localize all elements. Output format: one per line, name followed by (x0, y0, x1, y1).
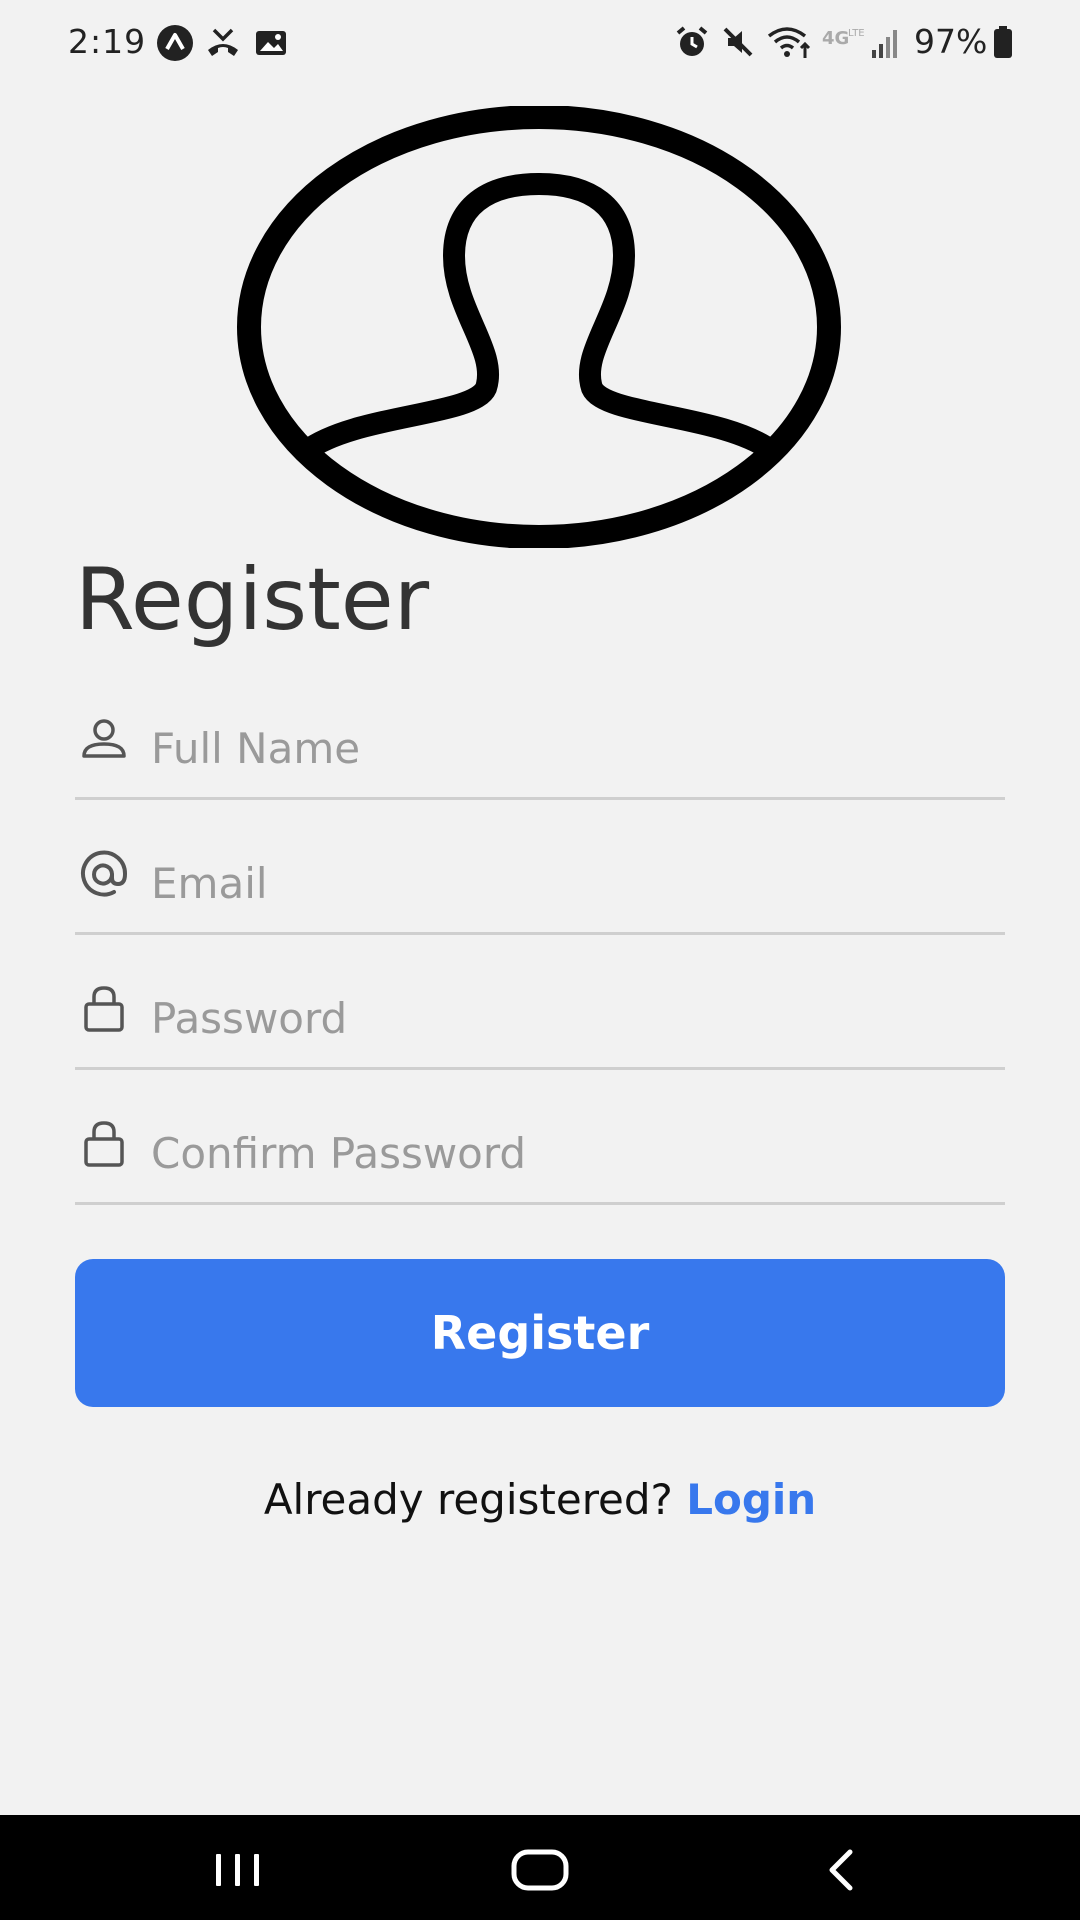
at-sign-icon (81, 850, 128, 897)
missed-call-icon (208, 28, 238, 56)
mute-icon (723, 27, 753, 57)
login-link[interactable]: Login (686, 1475, 816, 1524)
home-icon (511, 1849, 569, 1891)
battery-percentage: 97% (914, 22, 988, 61)
lock-icon (84, 1121, 124, 1167)
register-screen: 2:19 4G LTE 97% Register Full Name Email… (0, 0, 1080, 1920)
back-icon (829, 1849, 853, 1891)
svg-text:4G: 4G (822, 28, 849, 49)
register-button[interactable]: Register (75, 1259, 1005, 1407)
confirm-password-input[interactable] (151, 1105, 1001, 1201)
recent-apps-button[interactable] (188, 1835, 288, 1905)
password-field[interactable] (75, 970, 1005, 1070)
lock-icon (84, 986, 124, 1032)
avatar-icon (237, 106, 841, 548)
wifi-icon (767, 27, 811, 58)
email-input[interactable] (151, 835, 1001, 931)
status-bar: 2:19 4G LTE 97% (0, 0, 1080, 84)
svg-text:LTE: LTE (848, 28, 864, 39)
email-field[interactable] (75, 835, 1005, 935)
recent-apps-icon (216, 1854, 259, 1886)
page-title: Register (75, 550, 430, 650)
home-button[interactable] (490, 1835, 590, 1905)
full-name-input[interactable] (151, 700, 1001, 796)
password-input[interactable] (151, 970, 1001, 1066)
back-button[interactable] (792, 1835, 892, 1905)
image-icon (256, 31, 286, 55)
alarm-icon (676, 26, 708, 56)
4g-icon: 4G LTE (822, 28, 864, 49)
status-time: 2:19 (68, 22, 147, 61)
full-name-field[interactable] (75, 700, 1005, 800)
person-icon (82, 719, 126, 758)
confirm-password-field[interactable] (75, 1105, 1005, 1205)
already-registered-text: Already registered? (263, 1475, 673, 1524)
navigation-bar (0, 1815, 1080, 1920)
app-notification-icon (157, 25, 193, 61)
login-prompt: Already registered? Login (0, 1470, 1080, 1530)
battery-icon (994, 26, 1012, 58)
signal-icon (872, 30, 897, 58)
